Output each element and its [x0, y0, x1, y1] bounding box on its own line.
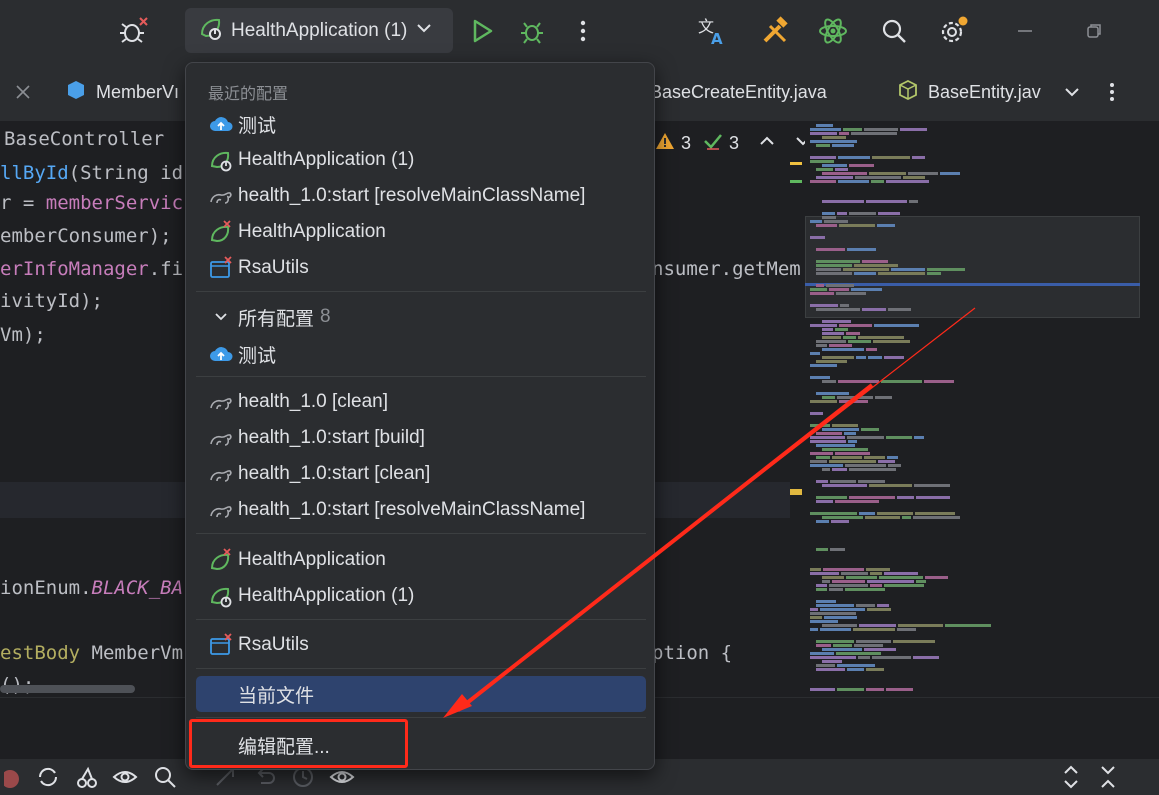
annotation-arrow [443, 307, 976, 718]
